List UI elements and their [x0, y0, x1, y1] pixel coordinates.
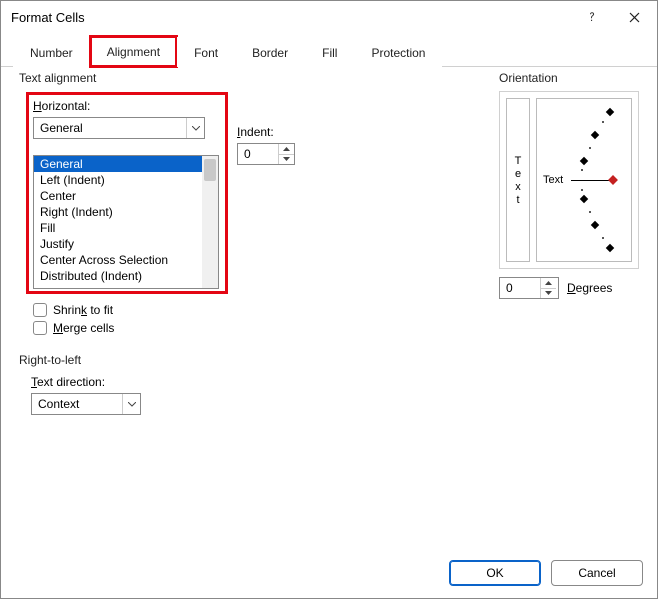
orientation-vertical-text-button[interactable]: T e x t: [506, 98, 530, 262]
dialog-footer: OK Cancel: [449, 560, 643, 586]
tab-alignment[interactable]: Alignment: [90, 36, 177, 67]
merge-cells-label: Merge cells: [53, 321, 114, 335]
horizontal-option-center[interactable]: Center: [34, 188, 218, 204]
degrees-label: Degrees: [567, 281, 612, 295]
window-title: Format Cells: [11, 10, 571, 25]
spinner-up-icon[interactable]: [279, 144, 294, 155]
tab-strip: Number Alignment Font Border Fill Protec…: [1, 33, 657, 67]
dial-handle-icon[interactable]: [608, 175, 618, 185]
horizontal-option-left-indent[interactable]: Left (Indent): [34, 172, 218, 188]
tab-number[interactable]: Number: [13, 37, 90, 67]
spinner-down-icon[interactable]: [279, 155, 294, 165]
text-direction-combo[interactable]: Context: [31, 393, 141, 415]
horizontal-option-justify[interactable]: Justify: [34, 236, 218, 252]
indent-spinner[interactable]: 0: [237, 143, 295, 165]
rtl-group: Right-to-left Text direction: Context: [19, 353, 141, 415]
help-button[interactable]: [571, 3, 613, 31]
horizontal-label: Horizontal:: [33, 99, 221, 113]
horizontal-option-right-indent[interactable]: Right (Indent): [34, 204, 218, 220]
orientation-dial-text: Text: [543, 174, 563, 186]
ok-button[interactable]: OK: [449, 560, 541, 586]
close-button[interactable]: [613, 3, 655, 31]
tab-border[interactable]: Border: [235, 37, 305, 67]
orientation-group: Orientation T e x t Text: [499, 71, 639, 299]
dropdown-scrollbar[interactable]: [202, 156, 218, 288]
tab-protection[interactable]: Protection: [354, 37, 442, 67]
merge-cells-checkbox[interactable]: Merge cells: [33, 321, 114, 335]
alignment-pane: Text alignment Horizontal: General Gener…: [19, 71, 639, 542]
orientation-dial[interactable]: Text: [536, 98, 632, 262]
horizontal-combo[interactable]: General: [33, 117, 205, 139]
horizontal-option-center-across[interactable]: Center Across Selection: [34, 252, 218, 268]
indent-value[interactable]: 0: [238, 144, 278, 164]
tab-fill[interactable]: Fill: [305, 37, 354, 67]
horizontal-option-distributed[interactable]: Distributed (Indent): [34, 268, 218, 284]
chevron-down-icon[interactable]: [122, 394, 140, 414]
text-direction-value: Context: [32, 394, 122, 414]
degrees-row: 0 Degrees: [499, 277, 639, 299]
degrees-spinner[interactable]: 0: [499, 277, 559, 299]
orientation-frame: T e x t Text: [499, 91, 639, 269]
spinner-up-icon[interactable]: [541, 278, 556, 289]
rtl-group-label: Right-to-left: [19, 353, 141, 367]
horizontal-option-fill[interactable]: Fill: [34, 220, 218, 236]
shrink-to-fit-checkbox[interactable]: Shrink to fit: [33, 303, 114, 317]
indent-label: Indent:: [237, 125, 295, 139]
checkbox-icon: [33, 303, 47, 317]
cancel-button[interactable]: Cancel: [551, 560, 643, 586]
spinner-down-icon[interactable]: [541, 289, 556, 299]
text-control-checks: Shrink to fit Merge cells: [19, 299, 114, 339]
horizontal-combo-value: General: [34, 118, 186, 138]
horizontal-dropdown-list[interactable]: General Left (Indent) Center Right (Inde…: [33, 155, 219, 289]
scrollbar-thumb[interactable]: [204, 159, 216, 181]
checkbox-icon: [33, 321, 47, 335]
degrees-value[interactable]: 0: [500, 278, 540, 298]
indent-group: Indent: 0: [237, 125, 295, 165]
horizontal-option-general[interactable]: General: [34, 156, 218, 172]
tab-font[interactable]: Font: [177, 37, 235, 67]
shrink-to-fit-label: Shrink to fit: [53, 303, 113, 317]
format-cells-dialog: Format Cells Number Alignment Font Borde…: [0, 0, 658, 599]
horizontal-highlight-region: Horizontal: General General Left (Indent…: [27, 93, 227, 293]
text-direction-label: Text direction:: [31, 375, 141, 389]
orientation-group-label: Orientation: [499, 71, 639, 85]
chevron-down-icon[interactable]: [186, 118, 204, 138]
titlebar: Format Cells: [1, 1, 657, 33]
